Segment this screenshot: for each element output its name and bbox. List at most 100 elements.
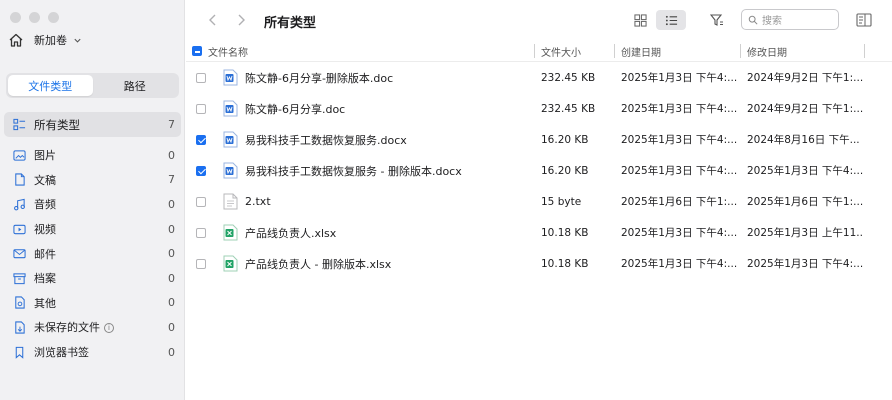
grid-view-button[interactable] <box>630 10 650 30</box>
header-checkbox-cell <box>186 46 208 56</box>
music-icon <box>12 197 26 211</box>
file-name: 陈文静-6月分享-删除版本.doc <box>245 71 394 85</box>
sidebar-item-label: 其他 <box>34 296 56 310</box>
file-name-cell: 2.txt <box>216 193 534 210</box>
sidebar-item-count: 0 <box>168 345 175 359</box>
forward-arrow-icon[interactable] <box>234 13 248 27</box>
sidebar-item-label: 音频 <box>34 198 56 212</box>
file-name-cell: 产品线负责人.xlsx <box>216 224 534 241</box>
sidebar-item-all-types[interactable]: 所有类型 7 <box>4 112 181 137</box>
close-window-button[interactable] <box>10 12 21 23</box>
row-checkbox[interactable] <box>196 103 206 114</box>
file-size: 232.45 KB <box>541 71 596 84</box>
table-row[interactable]: 易我科技手工数据恢复服务 - 删除版本.docx 16.20 KB 2025年1月3… <box>186 155 892 186</box>
sidebar-item-audio[interactable]: 音频 0 <box>4 192 181 217</box>
sidebar-item-mail[interactable]: 邮件 0 <box>4 241 181 266</box>
created-date: 2025年1月3日 下午4:... <box>621 72 738 84</box>
list-view-button[interactable] <box>656 10 686 30</box>
modified-date: 2025年1月3日 下午4:... <box>747 165 864 177</box>
sidebar: 新加卷 文件类型 路径 所有类型 7 图片 0 文稿 7 音频 0 视频 0 邮… <box>0 0 185 400</box>
toolbar: 所有类型 搜索 <box>186 0 892 40</box>
file-name: 陈文静-6月分享.doc <box>245 102 346 116</box>
column-divider[interactable] <box>740 44 741 58</box>
search-input[interactable]: 搜索 <box>741 9 839 30</box>
column-divider[interactable] <box>614 44 615 58</box>
row-checkbox[interactable] <box>196 196 206 207</box>
select-all-checkbox[interactable] <box>192 46 202 56</box>
header-modified[interactable]: 修改日期 <box>740 44 864 59</box>
zoom-window-button[interactable] <box>48 12 59 23</box>
created-date: 2025年1月3日 下午4:... <box>621 258 738 270</box>
file-name: 易我科技手工数据恢复服务.docx <box>245 133 407 147</box>
minimize-window-button[interactable] <box>29 12 40 23</box>
video-icon <box>12 222 26 236</box>
list-icon <box>665 15 677 25</box>
row-checkbox-cell <box>186 165 216 176</box>
file-name-cell: 陈文静-6月分享-删除版本.doc <box>216 69 534 86</box>
row-checkbox-cell <box>186 227 216 238</box>
volume-selector[interactable]: 新加卷 <box>8 32 82 48</box>
tab-path[interactable]: 路径 <box>93 75 178 96</box>
row-checkbox[interactable] <box>196 72 206 83</box>
table-body: 陈文静-6月分享-删除版本.doc 232.45 KB 2025年1月3日 下午4:… <box>186 62 892 279</box>
column-divider[interactable] <box>534 44 535 58</box>
sidebar-item-count: 0 <box>168 271 175 285</box>
volume-label: 新加卷 <box>34 34 67 47</box>
table-row[interactable]: 2.txt 15 byte 2025年1月6日 下午1:... 2025年1月6日 下… <box>186 186 892 217</box>
sidebar-item-count: 0 <box>168 148 175 162</box>
table-row[interactable]: 产品线负责人 - 删除版本.xlsx 10.18 KB 2025年1月3日 下午4:… <box>186 248 892 279</box>
sidebar-item-images[interactable]: 图片 0 <box>4 143 181 168</box>
back-arrow-icon[interactable] <box>206 13 220 27</box>
sidebar-item-count: 0 <box>168 197 175 211</box>
modified-date: 2025年1月3日 上午11... <box>747 227 864 239</box>
sidebar-item-label: 档案 <box>34 272 56 286</box>
file-size: 15 byte <box>541 195 582 208</box>
sidebar-item-count: 0 <box>168 296 175 310</box>
created-date: 2025年1月3日 下午4:... <box>621 227 738 239</box>
row-checkbox[interactable] <box>196 227 206 238</box>
row-checkbox[interactable] <box>196 258 206 269</box>
table-row[interactable]: 产品线负责人.xlsx 10.18 KB 2025年1月3日 下午4:... 2025… <box>186 217 892 248</box>
header-created[interactable]: 创建日期 <box>614 44 740 59</box>
search-placeholder: 搜索 <box>762 16 782 27</box>
sidebar-item-documents[interactable]: 文稿 7 <box>4 168 181 193</box>
modified-date: 2025年1月3日 下午4:... <box>747 258 864 270</box>
view-mode-segmented-control: 文件类型 路径 <box>6 73 179 98</box>
text-file-icon <box>223 193 238 210</box>
sidebar-item-video[interactable]: 视频 0 <box>4 217 181 242</box>
table-row[interactable]: 易我科技手工数据恢复服务.docx 16.20 KB 2025年1月3日 下午4:.… <box>186 124 892 155</box>
table-row[interactable]: 陈文静-6月分享-删除版本.doc 232.45 KB 2025年1月3日 下午4:… <box>186 62 892 93</box>
page-title: 所有类型 <box>264 16 317 31</box>
header-name[interactable]: 文件名称 <box>208 44 534 59</box>
sidebar-item-label: 邮件 <box>34 247 56 261</box>
row-checkbox-cell <box>186 196 216 207</box>
grid-icon <box>633 13 647 27</box>
sidebar-item-other[interactable]: 其他 0 <box>4 291 181 316</box>
table-header: 文件名称 文件大小 创建日期 修改日期 <box>186 41 892 62</box>
chevron-down-icon <box>74 38 81 43</box>
sidebar-item-count: 7 <box>168 173 175 187</box>
sidebar-item-label: 图片 <box>34 149 56 163</box>
sidebar-item-unsaved[interactable]: 未保存的文件 i 0 <box>4 315 181 340</box>
sidebar-item-bookmarks[interactable]: 浏览器书签 0 <box>4 340 181 365</box>
header-size[interactable]: 文件大小 <box>534 44 614 59</box>
tab-file-type[interactable]: 文件类型 <box>8 75 93 96</box>
column-divider[interactable] <box>864 44 865 58</box>
row-checkbox[interactable] <box>196 165 206 176</box>
sidebar-item-count: 0 <box>168 222 175 236</box>
row-checkbox[interactable] <box>196 134 206 145</box>
file-size: 16.20 KB <box>541 133 589 146</box>
filter-icon <box>710 14 723 26</box>
sidebar-item-count: 7 <box>168 118 175 131</box>
sidebar-item-archive[interactable]: 档案 0 <box>4 266 181 291</box>
sidebar-item-label: 未保存的文件 i <box>34 319 168 335</box>
excel-file-icon <box>223 255 238 272</box>
preview-panel-button[interactable] <box>854 10 874 30</box>
sidebar-item-label-text: 未保存的文件 <box>34 321 100 335</box>
file-name: 易我科技手工数据恢复服务 - 删除版本.docx <box>245 164 462 178</box>
filter-button[interactable] <box>708 10 726 30</box>
word-file-icon <box>223 162 238 179</box>
info-icon[interactable]: i <box>104 323 114 334</box>
other-icon <box>12 296 26 310</box>
table-row[interactable]: 陈文静-6月分享.doc 232.45 KB 2025年1月3日 下午4:... 20… <box>186 93 892 124</box>
